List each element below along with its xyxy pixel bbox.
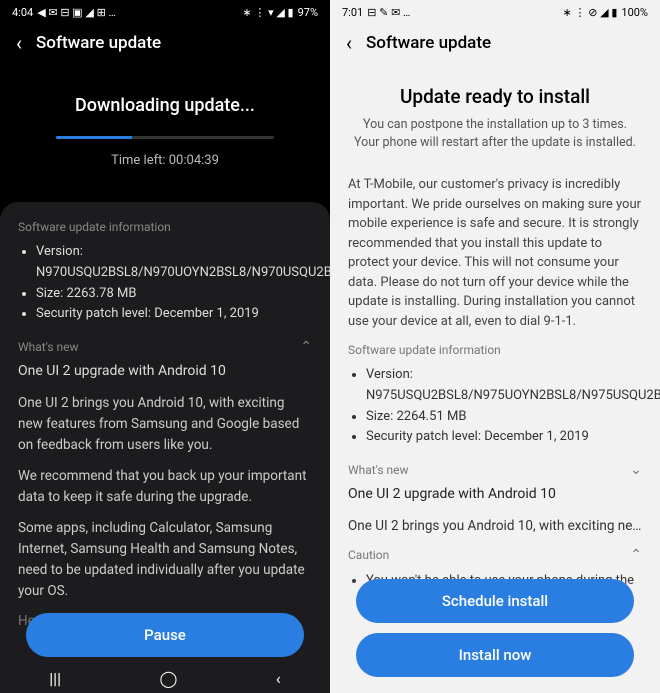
status-icons-left: ◀ ✉ ⊟ ▣ ◢ ⊞ …: [37, 6, 116, 19]
button-area: Schedule install Install now: [330, 579, 660, 687]
page-title: Software update: [366, 33, 491, 53]
status-bar: 7:01 ⊟ ✎ ✉ … ∗ ⋮ ⊘ ◢ ▮ 100%: [330, 0, 660, 23]
battery-percent: 97%: [298, 6, 318, 19]
carrier-notice: At T-Mobile, our customer's privacy is i…: [348, 175, 642, 331]
nav-bar: ||| ◯ ‹: [0, 663, 330, 693]
back-icon[interactable]: ‹: [346, 33, 352, 53]
battery-percent: 100%: [621, 6, 648, 19]
caution-label: Caution: [348, 548, 389, 562]
chevron-up-icon: ⌃: [300, 339, 312, 355]
pause-button[interactable]: Pause: [26, 613, 304, 657]
ready-subtitle: You can postpone the installation up to …: [354, 116, 636, 151]
ready-section: Update ready to install You can postpone…: [330, 67, 660, 161]
header: ‹ Software update: [0, 23, 330, 67]
ready-title: Update ready to install: [354, 85, 636, 108]
phone-right-light: 7:01 ⊟ ✎ ✉ … ∗ ⋮ ⊘ ◢ ▮ 100% ‹ Software u…: [330, 0, 660, 693]
info-list: Version: N970USQU2BSL8/N970UOYN2BSL8/N97…: [18, 242, 312, 325]
size-value: Size: 2263.78 MB: [36, 284, 312, 305]
header: ‹ Software update: [330, 23, 660, 67]
info-list: Version: N975USQU2BSL8/N975UOYN2BSL8/N97…: [348, 365, 642, 448]
version-value: Version: N975USQU2BSL8/N975UOYN2BSL8/N97…: [366, 365, 642, 407]
patch-value: Security patch level: December 1, 2019: [36, 304, 312, 325]
phone-left-dark: 4:04 ◀ ✉ ⊟ ▣ ◢ ⊞ … ∗ ⋮ ▾ ◢ ▮ 97% ‹ Softw…: [0, 0, 330, 693]
back-icon[interactable]: ‹: [16, 33, 22, 53]
whats-new-body-3: Some apps, including Calculator, Samsung…: [18, 518, 312, 602]
whats-new-title: One UI 2 upgrade with Android 10: [348, 486, 642, 502]
whats-new-body-1: One UI 2 brings you Android 10, with exc…: [18, 393, 312, 456]
install-now-button[interactable]: Install now: [356, 633, 634, 677]
status-icons-left: ⊟ ✎ ✉ …: [367, 6, 410, 19]
home-icon[interactable]: ◯: [159, 669, 177, 688]
progress-bar: [56, 136, 274, 139]
status-bar: 4:04 ◀ ✉ ⊟ ▣ ◢ ⊞ … ∗ ⋮ ▾ ◢ ▮ 97%: [0, 0, 330, 23]
status-time: 4:04: [12, 6, 33, 19]
chevron-up-icon: ⌃: [630, 547, 642, 563]
info-label: Software update information: [18, 220, 312, 234]
whats-new-row[interactable]: What's new ⌄: [348, 462, 642, 478]
recents-icon[interactable]: |||: [49, 669, 61, 688]
whats-new-body-2: We recommend that you back up your impor…: [18, 466, 312, 508]
status-time: 7:01: [342, 6, 363, 19]
version-value: Version: N970USQU2BSL8/N970UOYN2BSL8/N97…: [36, 242, 312, 284]
back-nav-icon[interactable]: ‹: [276, 669, 281, 688]
info-label: Software update information: [348, 343, 642, 357]
time-left: Time left: 00:04:39: [16, 153, 314, 168]
download-section: Downloading update... Time left: 00:04:3…: [0, 67, 330, 202]
caution-row[interactable]: Caution ⌃: [348, 547, 642, 563]
whats-new-row[interactable]: What's new ⌃: [18, 339, 312, 355]
status-icons-right: ∗ ⋮ ▾ ◢ ▮: [242, 6, 293, 19]
whats-new-body: One UI 2 brings you Android 10, with exc…: [348, 516, 642, 537]
chevron-down-icon: ⌄: [630, 462, 642, 478]
page-title: Software update: [36, 33, 161, 53]
whats-new-label: What's new: [348, 463, 409, 477]
size-value: Size: 2264.51 MB: [366, 407, 642, 428]
button-area: Pause: [0, 613, 330, 657]
whats-new-title: One UI 2 upgrade with Android 10: [18, 363, 312, 379]
download-status: Downloading update...: [16, 95, 314, 116]
patch-value: Security patch level: December 1, 2019: [366, 427, 642, 448]
schedule-install-button[interactable]: Schedule install: [356, 579, 634, 623]
whats-new-label: What's new: [18, 340, 79, 354]
status-icons-right: ∗ ⋮ ⊘ ◢ ▮: [563, 6, 618, 19]
